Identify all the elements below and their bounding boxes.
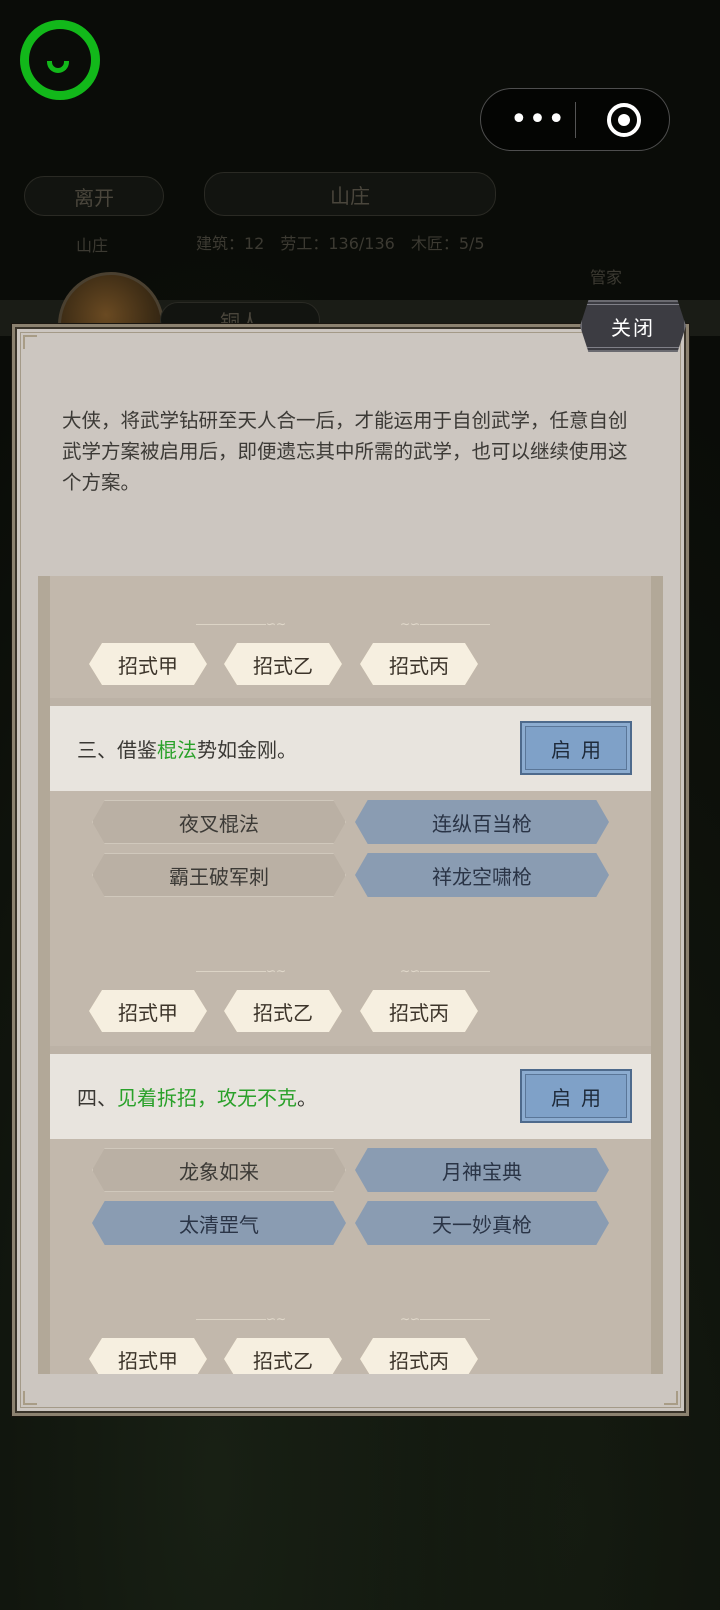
close-miniprogram-icon[interactable]	[607, 103, 641, 137]
move-button-a[interactable]: 招式甲	[89, 643, 207, 685]
skill-chip[interactable]: 太清罡气	[92, 1201, 346, 1245]
background-sub-label: 山庄	[76, 236, 109, 255]
skill-chip[interactable]: 龙象如来	[92, 1148, 346, 1192]
corner-ornament	[23, 1391, 37, 1405]
more-dots-icon[interactable]: •••	[503, 89, 573, 150]
move-button-a[interactable]: 招式甲	[89, 990, 207, 1032]
move-button-a[interactable]: 招式甲	[89, 1338, 207, 1374]
background-location-title: 山庄	[204, 172, 496, 216]
skill-chip[interactable]: 霸王破军刺	[92, 853, 346, 897]
background-manage-label: 管家	[590, 268, 623, 287]
enable-button[interactable]: 启用	[520, 1069, 632, 1123]
move-button-b[interactable]: 招式乙	[224, 1338, 342, 1374]
plan-row-3: 三、借鉴 棍法 势如金刚。 启用	[50, 706, 651, 791]
background-leave-button: 离开	[24, 176, 164, 216]
divider-ornament: ∼∽	[400, 965, 491, 977]
divider-ornament: ∽∼	[196, 618, 286, 630]
move-button-c[interactable]: 招式丙	[360, 643, 478, 685]
moves-row-clip: 招式甲 招式乙 招式丙	[38, 1330, 663, 1374]
corner-ornament	[23, 335, 37, 349]
skill-chip[interactable]: 天一妙真枪	[355, 1201, 609, 1245]
divider-ornament: ∽∼	[196, 965, 286, 977]
intro-text: 大侠，将武学钻研至天人合一后，才能运用于自创武学，任意自创武学方案被启用后，即便…	[62, 409, 628, 494]
background-stats: 建筑：12 劳工：136/136 木匠：5/5	[196, 234, 485, 253]
app-logo-icon[interactable]	[20, 20, 100, 100]
skill-chip[interactable]: 夜叉棍法	[92, 800, 346, 844]
skill-chip[interactable]: 月神宝典	[355, 1148, 609, 1192]
divider-ornament: ∼∽	[400, 618, 491, 630]
skill-chip[interactable]: 祥龙空啸枪	[355, 853, 609, 897]
divider-ornament: ∽∼	[196, 1313, 286, 1325]
move-button-c[interactable]: 招式丙	[360, 990, 478, 1032]
move-button-b[interactable]: 招式乙	[224, 643, 342, 685]
move-button-b[interactable]: 招式乙	[224, 990, 342, 1032]
divider-ornament: ∼∽	[400, 1313, 491, 1325]
plan-title: 四、 见着拆招，攻无不克。	[77, 1086, 317, 1110]
move-button-c[interactable]: 招式丙	[360, 1338, 478, 1374]
skill-chip[interactable]: 连纵百当枪	[355, 800, 609, 844]
enable-button[interactable]: 启用	[520, 721, 632, 775]
corner-ornament	[664, 1391, 678, 1405]
miniprogram-capsule: •••	[480, 88, 670, 151]
capsule-divider	[575, 102, 576, 138]
close-button[interactable]: 关闭	[580, 300, 686, 352]
plan-title: 三、借鉴 棍法 势如金刚。	[77, 738, 297, 762]
plan-list[interactable]	[38, 576, 663, 1374]
plan-row-4: 四、 见着拆招，攻无不克。 启用	[50, 1054, 651, 1139]
